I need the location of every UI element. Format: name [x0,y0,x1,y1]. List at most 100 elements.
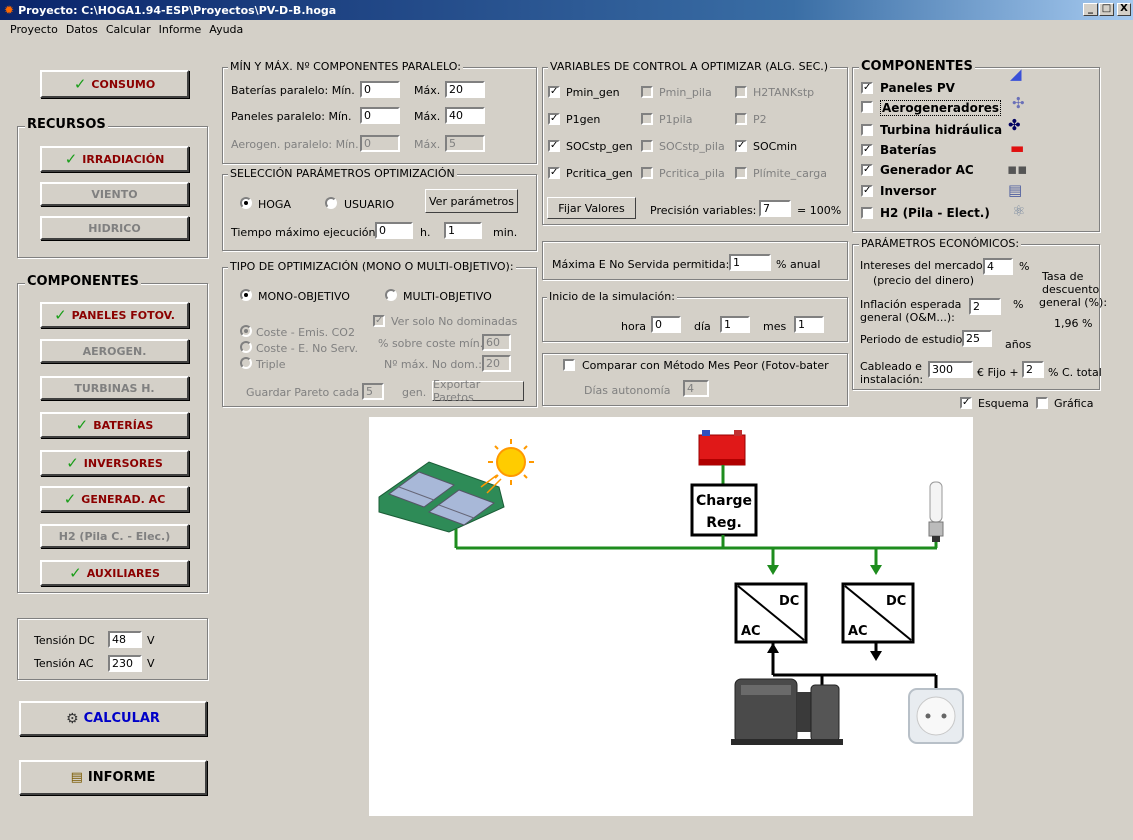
plimite-checkbox[interactable] [735,167,747,179]
check-icon: ✓ [54,306,67,324]
paneles-button[interactable]: ✓ PANELES FOTOV. [40,302,189,328]
informe-button[interactable]: ▤ INFORME [19,760,207,795]
max-label: Máx. [414,138,441,151]
pcritica-pila-checkbox[interactable] [641,167,653,179]
bat-max-field[interactable]: 20 [445,81,485,98]
generad-button[interactable]: ✓ GENERAD. AC [40,486,189,512]
auxiliares-button[interactable]: ✓ AUXILIARES [40,560,189,586]
check-icon: ✓ [73,75,87,93]
aerogeneradores-checkbox[interactable] [861,101,873,113]
exportar-paretos-button[interactable]: Exportar Paretos [432,378,524,404]
hydro-turbine-icon: ✤ [1008,116,1021,134]
fijar-valores-button[interactable]: Fijar Valores [547,197,636,219]
aero-min-field[interactable]: 0 [360,135,400,152]
ver-parametros-button[interactable]: Ver parámetros [425,189,518,213]
sobre-coste-field[interactable]: 60 [482,334,511,351]
p2-checkbox[interactable] [735,113,747,125]
baterias-checkbox[interactable]: ✓ [861,144,873,156]
inversores-button[interactable]: ✓ INVERSORES [40,450,189,476]
maximize-button[interactable]: □ [1099,3,1114,16]
dia-label: día [694,320,711,333]
grafica-checkbox[interactable] [1036,397,1048,409]
aerogeneradores-label: Aerogeneradores [880,100,1002,116]
cableado-field[interactable]: 300 [928,361,973,378]
baterias-button[interactable]: ✓ BATERÍAS [40,412,189,438]
comparar-checkbox[interactable] [563,359,575,371]
menu-datos[interactable]: Datos [62,23,102,36]
menu-informe[interactable]: Informe [155,23,206,36]
wind-turbine-icon: ✣ [1012,94,1025,112]
pmin-gen-checkbox[interactable]: ✓ [548,86,560,98]
tension-dc-field[interactable]: 48 [108,631,142,648]
inversor-checkbox[interactable]: ✓ [861,185,873,197]
minimize-button[interactable]: _ [1083,3,1098,16]
aerogen-button[interactable]: AEROGEN. [40,339,189,363]
socmin-checkbox[interactable]: ✓ [735,140,747,152]
hora-field[interactable]: 0 [651,316,681,333]
maxima-field[interactable]: 1 [729,254,771,271]
dia-field[interactable]: 1 [720,316,750,333]
seleccion-title: SELECCIÓN PARÁMETROS OPTIMIZACIÓN [228,167,457,180]
irradiacion-button[interactable]: ✓ IRRADIACIÓN [40,146,189,172]
turbinas-button[interactable]: TURBINAS H. [40,376,189,400]
inversores-label: INVERSORES [83,456,163,470]
tiempo-min-field[interactable]: 1 [444,222,482,239]
dias-field[interactable]: 4 [683,380,709,397]
p1gen-checkbox[interactable]: ✓ [548,113,560,125]
h2-checkbox[interactable] [861,207,873,219]
nmax-field[interactable]: 20 [482,355,511,372]
plimite-label: Plímite_carga [753,167,827,180]
inflacion-pct: % [1013,298,1024,311]
gen-label: gen. [402,386,427,399]
baterias-label: Baterías [880,143,937,157]
triple-radio[interactable] [240,357,252,369]
pcritica-gen-checkbox[interactable]: ✓ [548,167,560,179]
lightbulb-icon [928,481,944,542]
ctotal-field[interactable]: 2 [1022,361,1044,378]
usuario-radio[interactable] [325,197,337,209]
generador-checkbox[interactable]: ✓ [861,164,873,176]
esquema-checkbox[interactable]: ✓ [960,397,972,409]
h2-button[interactable]: H2 (Pila C. - Elec.) [40,524,189,548]
turbina-checkbox[interactable] [861,124,873,136]
socstp-gen-checkbox[interactable]: ✓ [548,140,560,152]
periodo-field[interactable]: 25 [962,330,992,347]
cableado-label-2: instalación: [860,373,924,386]
bat-min-field[interactable]: 0 [360,81,400,98]
socstp-pila-checkbox[interactable] [641,140,653,152]
aero-paralelo-label: Aerogen. paralelo: Mín. [231,138,359,151]
menu-ayuda[interactable]: Ayuda [205,23,247,36]
calcular-button[interactable]: ⚙ CALCULAR [19,701,207,736]
paneles-pv-checkbox[interactable]: ✓ [861,82,873,94]
tasa-label-1: Tasa de [1042,270,1084,283]
mono-radio[interactable] [240,289,252,301]
hidrico-button[interactable]: HIDRICO [40,216,189,240]
system-diagram: Charge Reg. DC AC DC AC [369,417,973,816]
mes-field[interactable]: 1 [794,316,824,333]
ver-solo-label: Ver solo No dominadas [391,315,518,328]
pan-max-field[interactable]: 40 [445,107,485,124]
multi-radio[interactable] [385,289,397,301]
hoga-radio[interactable] [240,197,252,209]
menu-proyecto[interactable]: Proyecto [6,23,62,36]
pan-min-field[interactable]: 0 [360,107,400,124]
menu-calcular[interactable]: Calcular [102,23,155,36]
tension-dc-label: Tensión DC [34,634,95,647]
tension-ac-field[interactable]: 230 [108,655,142,672]
paralelo-title: MÍN Y MÁX. Nº COMPONENTES PARALELO: [228,60,463,73]
precision-field[interactable]: 7 [759,200,791,217]
p1pila-checkbox[interactable] [641,113,653,125]
consumo-button[interactable]: ✓ CONSUMO [40,70,189,98]
guardar-field[interactable]: 5 [362,383,384,400]
tiempo-h-field[interactable]: 0 [375,222,413,239]
intereses-field[interactable]: 4 [983,258,1013,275]
ver-solo-checkbox[interactable]: ✓ [373,315,385,327]
aero-max-field[interactable]: 5 [445,135,485,152]
inflacion-field[interactable]: 2 [969,298,1001,315]
close-button[interactable]: X [1117,3,1131,16]
h2tank-checkbox[interactable] [735,86,747,98]
coste-enoserv-radio[interactable] [240,341,252,353]
coste-emis-radio[interactable] [240,325,252,337]
pmin-pila-checkbox[interactable] [641,86,653,98]
viento-button[interactable]: VIENTO [40,182,189,206]
